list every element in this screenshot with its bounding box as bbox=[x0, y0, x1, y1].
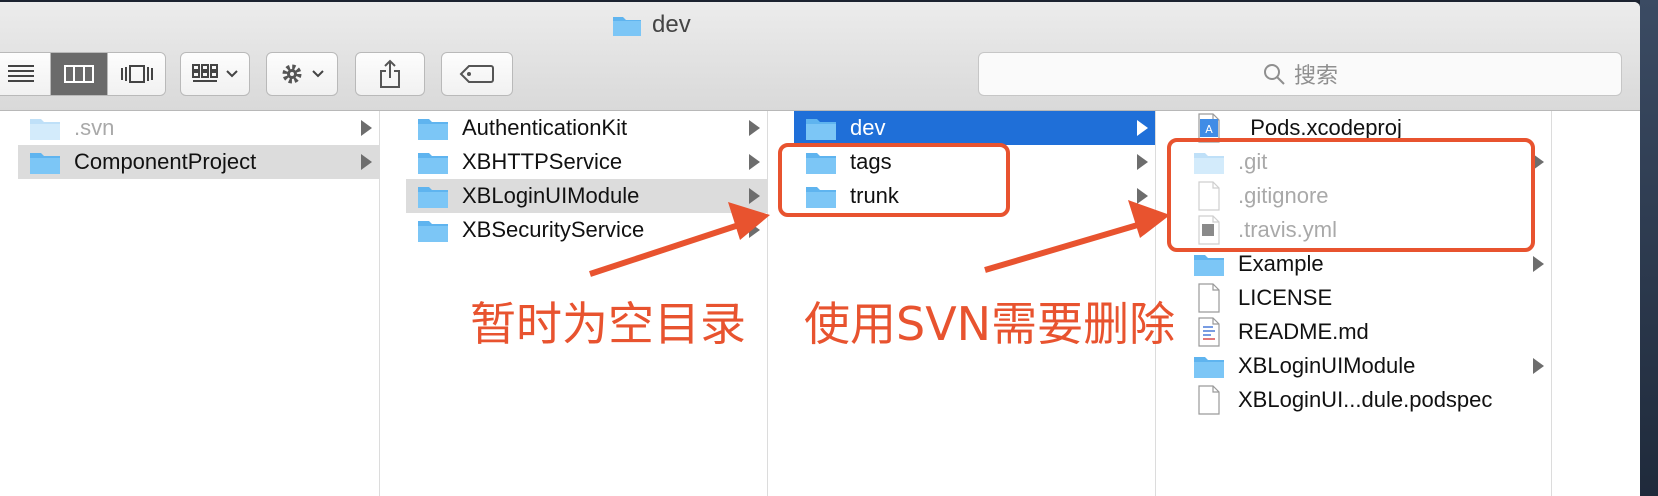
column-2[interactable]: AuthenticationKit XBHTTPService XBLoginUIM… bbox=[406, 111, 768, 496]
list-item-label: .svn bbox=[74, 115, 115, 140]
list-item[interactable]: ComponentProject bbox=[18, 145, 379, 179]
folder-icon bbox=[804, 114, 838, 142]
folder-icon bbox=[416, 216, 450, 244]
column-view-icon[interactable] bbox=[50, 53, 109, 95]
disclosure-arrow-icon bbox=[1533, 256, 1544, 272]
disclosure-arrow-icon bbox=[1137, 188, 1148, 204]
list-item[interactable]: AuthenticationKit bbox=[406, 111, 767, 145]
disclosure-arrow-icon bbox=[749, 188, 760, 204]
window-title: dev bbox=[612, 10, 691, 40]
list-item[interactable]: README.md bbox=[1182, 315, 1551, 349]
grid-arrange-icon bbox=[192, 64, 218, 82]
folder-icon bbox=[1192, 148, 1226, 176]
disclosure-arrow-icon bbox=[1533, 358, 1544, 374]
list-item-label: XBLoginUI...dule.podspec bbox=[1238, 387, 1493, 412]
file-icon bbox=[1192, 283, 1226, 313]
disclosure-arrow-icon bbox=[361, 154, 372, 170]
tag-icon bbox=[459, 65, 494, 83]
folder-icon bbox=[1192, 352, 1226, 380]
list-item-label: ComponentProject bbox=[74, 149, 257, 174]
chevron-down-icon bbox=[226, 70, 238, 78]
list-item-label: dev bbox=[850, 115, 886, 140]
gear-icon bbox=[282, 64, 302, 84]
list-item[interactable]: Example bbox=[1182, 247, 1551, 281]
folder-icon bbox=[28, 148, 62, 176]
list-item-label: XBLoginUIModule bbox=[462, 183, 640, 208]
folder-icon bbox=[416, 182, 450, 210]
list-item-label: trunk bbox=[850, 183, 899, 208]
xcodeproj-icon: A bbox=[1192, 113, 1226, 143]
coverflow-view-icon[interactable] bbox=[108, 53, 165, 95]
list-item-label: .git bbox=[1238, 149, 1268, 174]
search-field[interactable]: 搜索 bbox=[978, 52, 1622, 96]
disclosure-arrow-icon bbox=[749, 154, 760, 170]
file-icon bbox=[1192, 181, 1226, 211]
list-item[interactable]: .svn bbox=[18, 111, 379, 145]
list-item[interactable]: A _Pods.xcodeproj bbox=[1182, 111, 1551, 145]
list-item[interactable]: dev bbox=[794, 111, 1155, 145]
folder-icon bbox=[804, 148, 838, 176]
search-placeholder: 搜索 bbox=[1293, 63, 1338, 88]
disclosure-arrow-icon bbox=[1533, 154, 1544, 170]
file-icon bbox=[1192, 385, 1226, 415]
disclosure-arrow-icon bbox=[1137, 154, 1148, 170]
list-item[interactable]: XBHTTPService bbox=[406, 145, 767, 179]
list-item[interactable]: .travis.yml bbox=[1182, 213, 1551, 247]
desktop-background-right bbox=[1640, 0, 1658, 496]
list-item-label: _Pods.xcodeproj bbox=[1238, 115, 1402, 140]
list-item-label: AuthenticationKit bbox=[462, 115, 628, 140]
markdown-file-icon bbox=[1192, 317, 1226, 347]
list-item[interactable]: XBLoginUIModule bbox=[1182, 349, 1551, 383]
folder-icon bbox=[804, 182, 838, 210]
list-item[interactable]: .git bbox=[1182, 145, 1551, 179]
svg-text:A: A bbox=[1205, 123, 1213, 136]
list-item-label: LICENSE bbox=[1238, 285, 1333, 310]
folder-icon bbox=[416, 148, 450, 176]
action-button[interactable] bbox=[266, 52, 338, 96]
view-mode-segmented-control[interactable] bbox=[0, 52, 166, 96]
disclosure-arrow-icon bbox=[1137, 120, 1148, 136]
folder-icon bbox=[1192, 250, 1226, 278]
list-item-label: README.md bbox=[1238, 319, 1369, 344]
list-item[interactable]: .gitignore bbox=[1182, 179, 1551, 213]
search-icon bbox=[1263, 64, 1285, 85]
list-item-label: tags bbox=[850, 149, 892, 174]
disclosure-arrow-icon bbox=[361, 120, 372, 136]
arrange-button[interactable] bbox=[180, 52, 250, 96]
chevron-down-icon bbox=[312, 70, 324, 78]
folder-icon bbox=[28, 114, 62, 142]
folder-icon bbox=[416, 114, 450, 142]
list-item[interactable]: XBLoginUI...dule.podspec bbox=[1182, 383, 1551, 417]
column-4[interactable]: A _Pods.xcodeproj .git .gitignore .travis.ym… bbox=[1182, 111, 1552, 496]
finder-window: dev 搜索 .svn ComponentProject Authenticat… bbox=[0, 2, 1640, 496]
disclosure-arrow-icon bbox=[749, 222, 760, 238]
column-browser: .svn ComponentProject AuthenticationKit XBH… bbox=[0, 111, 1640, 496]
toolbar: dev 搜索 bbox=[0, 2, 1640, 111]
column-3[interactable]: dev tags trunk bbox=[794, 111, 1156, 496]
list-item[interactable]: XBLoginUIModule bbox=[406, 179, 767, 213]
column-1[interactable]: .svn ComponentProject bbox=[18, 111, 380, 496]
list-item-label: XBSecurityService bbox=[462, 217, 645, 242]
share-button[interactable] bbox=[355, 52, 425, 96]
list-view-icon[interactable] bbox=[0, 53, 51, 95]
list-item[interactable]: trunk bbox=[794, 179, 1155, 213]
yaml-file-icon bbox=[1192, 215, 1226, 245]
share-icon bbox=[380, 59, 400, 88]
list-item-label: .gitignore bbox=[1238, 183, 1329, 208]
list-item-label: XBHTTPService bbox=[462, 149, 623, 174]
list-item-label: XBLoginUIModule bbox=[1238, 353, 1416, 378]
list-item-label: .travis.yml bbox=[1238, 217, 1337, 242]
list-item[interactable]: XBSecurityService bbox=[406, 213, 767, 247]
list-item[interactable]: tags bbox=[794, 145, 1155, 179]
disclosure-arrow-icon bbox=[749, 120, 760, 136]
folder-icon bbox=[613, 17, 641, 36]
window-title-text: dev bbox=[652, 11, 691, 38]
tag-button[interactable] bbox=[441, 52, 513, 96]
list-item-label: Example bbox=[1238, 251, 1324, 276]
list-item[interactable]: LICENSE bbox=[1182, 281, 1551, 315]
